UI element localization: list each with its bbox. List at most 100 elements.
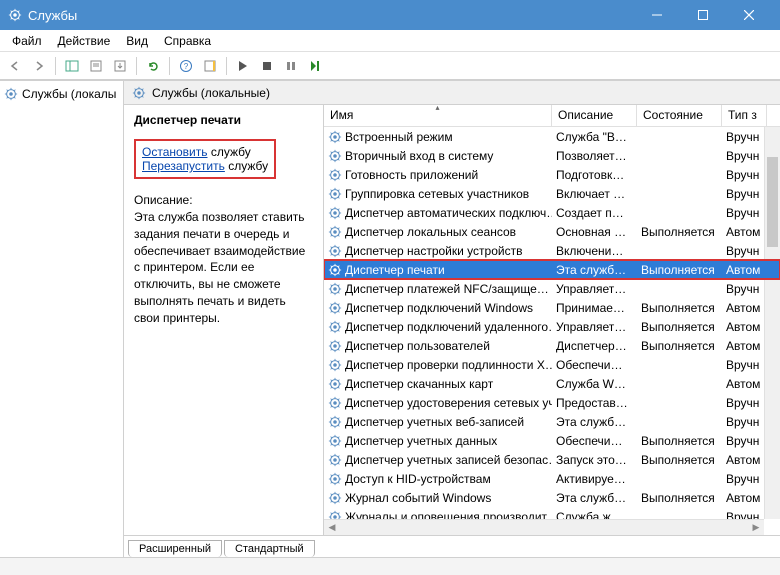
service-desc: Обеспечи…	[552, 358, 637, 372]
main-area: Службы (локалы Службы (локальные) Диспет…	[0, 80, 780, 557]
horizontal-scrollbar[interactable]: ◀▶	[324, 519, 764, 535]
show-hide-tree-button[interactable]	[61, 55, 83, 77]
service-type: Автом	[722, 377, 767, 391]
gear-icon	[4, 87, 18, 101]
service-row[interactable]: Диспетчер подключений WindowsПринимае…Вы…	[324, 298, 780, 317]
service-state: Выполняется	[637, 339, 722, 353]
service-state: Выполняется	[637, 453, 722, 467]
service-type: Вручн	[722, 187, 767, 201]
menu-action[interactable]: Действие	[50, 32, 119, 50]
service-name: Диспетчер учетных веб-записей	[345, 415, 524, 429]
back-button[interactable]	[4, 55, 26, 77]
pause-service-button[interactable]	[280, 55, 302, 77]
service-row[interactable]: Диспетчер печатиЭта служб…ВыполняетсяАвт…	[324, 260, 780, 279]
service-row[interactable]: Группировка сетевых участниковВключает ……	[324, 184, 780, 203]
service-row[interactable]: Готовность приложенийПодготовк…Вручн	[324, 165, 780, 184]
menu-help[interactable]: Справка	[156, 32, 219, 50]
toolbar-separator	[136, 57, 137, 75]
selected-service-name: Диспетчер печати	[134, 113, 313, 127]
toolbar: ?	[0, 52, 780, 80]
description-label: Описание:	[134, 193, 313, 207]
stop-suffix: службу	[208, 145, 251, 159]
service-type: Вручн	[722, 282, 767, 296]
service-type: Автом	[722, 320, 767, 334]
tab-standard[interactable]: Стандартный	[224, 540, 315, 557]
service-type: Вручн	[722, 434, 767, 448]
help-button[interactable]: ?	[175, 55, 197, 77]
tab-extended[interactable]: Расширенный	[128, 540, 222, 557]
service-type: Вручн	[722, 244, 767, 258]
service-row[interactable]: Доступ к HID-устройствамАктивируе…Вручн	[324, 469, 780, 488]
close-button[interactable]	[726, 0, 772, 30]
list-rows[interactable]: Встроенный режимСлужба "В…ВручнВторичный…	[324, 127, 780, 535]
titlebar: Службы	[0, 0, 780, 30]
service-row[interactable]: Диспетчер платежей NFC/защище…Управляет……	[324, 279, 780, 298]
service-name: Готовность приложений	[345, 168, 478, 182]
right-header: Службы (локальные)	[124, 81, 780, 105]
service-type: Вручн	[722, 415, 767, 429]
service-desc: Эта служб…	[552, 415, 637, 429]
service-desc: Активируе…	[552, 472, 637, 486]
service-row[interactable]: Диспетчер настройки устройствВключени…Вр…	[324, 241, 780, 260]
service-name: Диспетчер автоматических подключ…	[345, 206, 552, 220]
service-row[interactable]: Диспетчер локальных сеансовОсновная …Вып…	[324, 222, 780, 241]
menu-file[interactable]: Файл	[4, 32, 50, 50]
stop-service-button[interactable]	[256, 55, 278, 77]
service-row[interactable]: Диспетчер скачанных картСлужба W…Автом	[324, 374, 780, 393]
refresh-button[interactable]	[142, 55, 164, 77]
column-state[interactable]: Состояние	[637, 105, 722, 126]
properties-button[interactable]	[85, 55, 107, 77]
column-name[interactable]: ▴Имя	[324, 105, 552, 126]
service-type: Автом	[722, 339, 767, 353]
toolbar-separator	[226, 57, 227, 75]
service-type: Вручн	[722, 168, 767, 182]
service-desc: Управляет…	[552, 282, 637, 296]
scroll-thumb[interactable]	[767, 157, 778, 247]
restart-service-link[interactable]: Перезапустить	[142, 159, 225, 173]
stop-service-link[interactable]: Остановить	[142, 145, 208, 159]
service-name: Диспетчер платежей NFC/защище…	[345, 282, 549, 296]
service-desc: Включает …	[552, 187, 637, 201]
service-row[interactable]: Диспетчер автоматических подключ…Создает…	[324, 203, 780, 222]
menu-view[interactable]: Вид	[118, 32, 156, 50]
service-row[interactable]: Журнал событий WindowsЭта служб…Выполняе…	[324, 488, 780, 507]
forward-button[interactable]	[28, 55, 50, 77]
service-name: Доступ к HID-устройствам	[345, 472, 491, 486]
gear-icon	[328, 244, 342, 258]
service-row[interactable]: Диспетчер учетных данныхОбеспечи…Выполня…	[324, 431, 780, 450]
start-service-button[interactable]	[232, 55, 254, 77]
service-type: Вручн	[722, 206, 767, 220]
gear-icon	[328, 130, 342, 144]
minimize-button[interactable]	[634, 0, 680, 30]
gear-icon	[328, 282, 342, 296]
service-row[interactable]: Встроенный режимСлужба "В…Вручн	[324, 127, 780, 146]
tree-root-services[interactable]: Службы (локалы	[2, 85, 121, 103]
service-state: Выполняется	[637, 491, 722, 505]
column-description[interactable]: Описание	[552, 105, 637, 126]
column-startup-type[interactable]: Тип з	[722, 105, 767, 126]
maximize-button[interactable]	[680, 0, 726, 30]
service-row[interactable]: Вторичный вход в системуПозволяет…Вручн	[324, 146, 780, 165]
restart-service-button[interactable]	[304, 55, 326, 77]
gear-icon	[328, 339, 342, 353]
service-type: Автом	[722, 491, 767, 505]
service-row[interactable]: Диспетчер удостоверения сетевых уч…Предо…	[324, 393, 780, 412]
gear-icon	[328, 358, 342, 372]
service-name: Встроенный режим	[345, 130, 453, 144]
export-button[interactable]	[109, 55, 131, 77]
action-bar-button[interactable]	[199, 55, 221, 77]
statusbar	[0, 557, 780, 575]
toolbar-separator	[169, 57, 170, 75]
service-row[interactable]: Диспетчер подключений удаленного…Управля…	[324, 317, 780, 336]
vertical-scrollbar[interactable]	[764, 127, 780, 519]
gear-icon	[328, 472, 342, 486]
service-desc: Управляет…	[552, 320, 637, 334]
service-desc: Основная …	[552, 225, 637, 239]
scroll-right-icon: ▶	[748, 522, 764, 533]
service-row[interactable]: Диспетчер проверки подлинности X…Обеспеч…	[324, 355, 780, 374]
gear-icon	[328, 377, 342, 391]
service-row[interactable]: Диспетчер учетных записей безопас…Запуск…	[324, 450, 780, 469]
service-state: Выполняется	[637, 225, 722, 239]
service-row[interactable]: Диспетчер пользователейДиспетчер…Выполня…	[324, 336, 780, 355]
service-row[interactable]: Диспетчер учетных веб-записей Эта служб… В…	[324, 412, 780, 431]
